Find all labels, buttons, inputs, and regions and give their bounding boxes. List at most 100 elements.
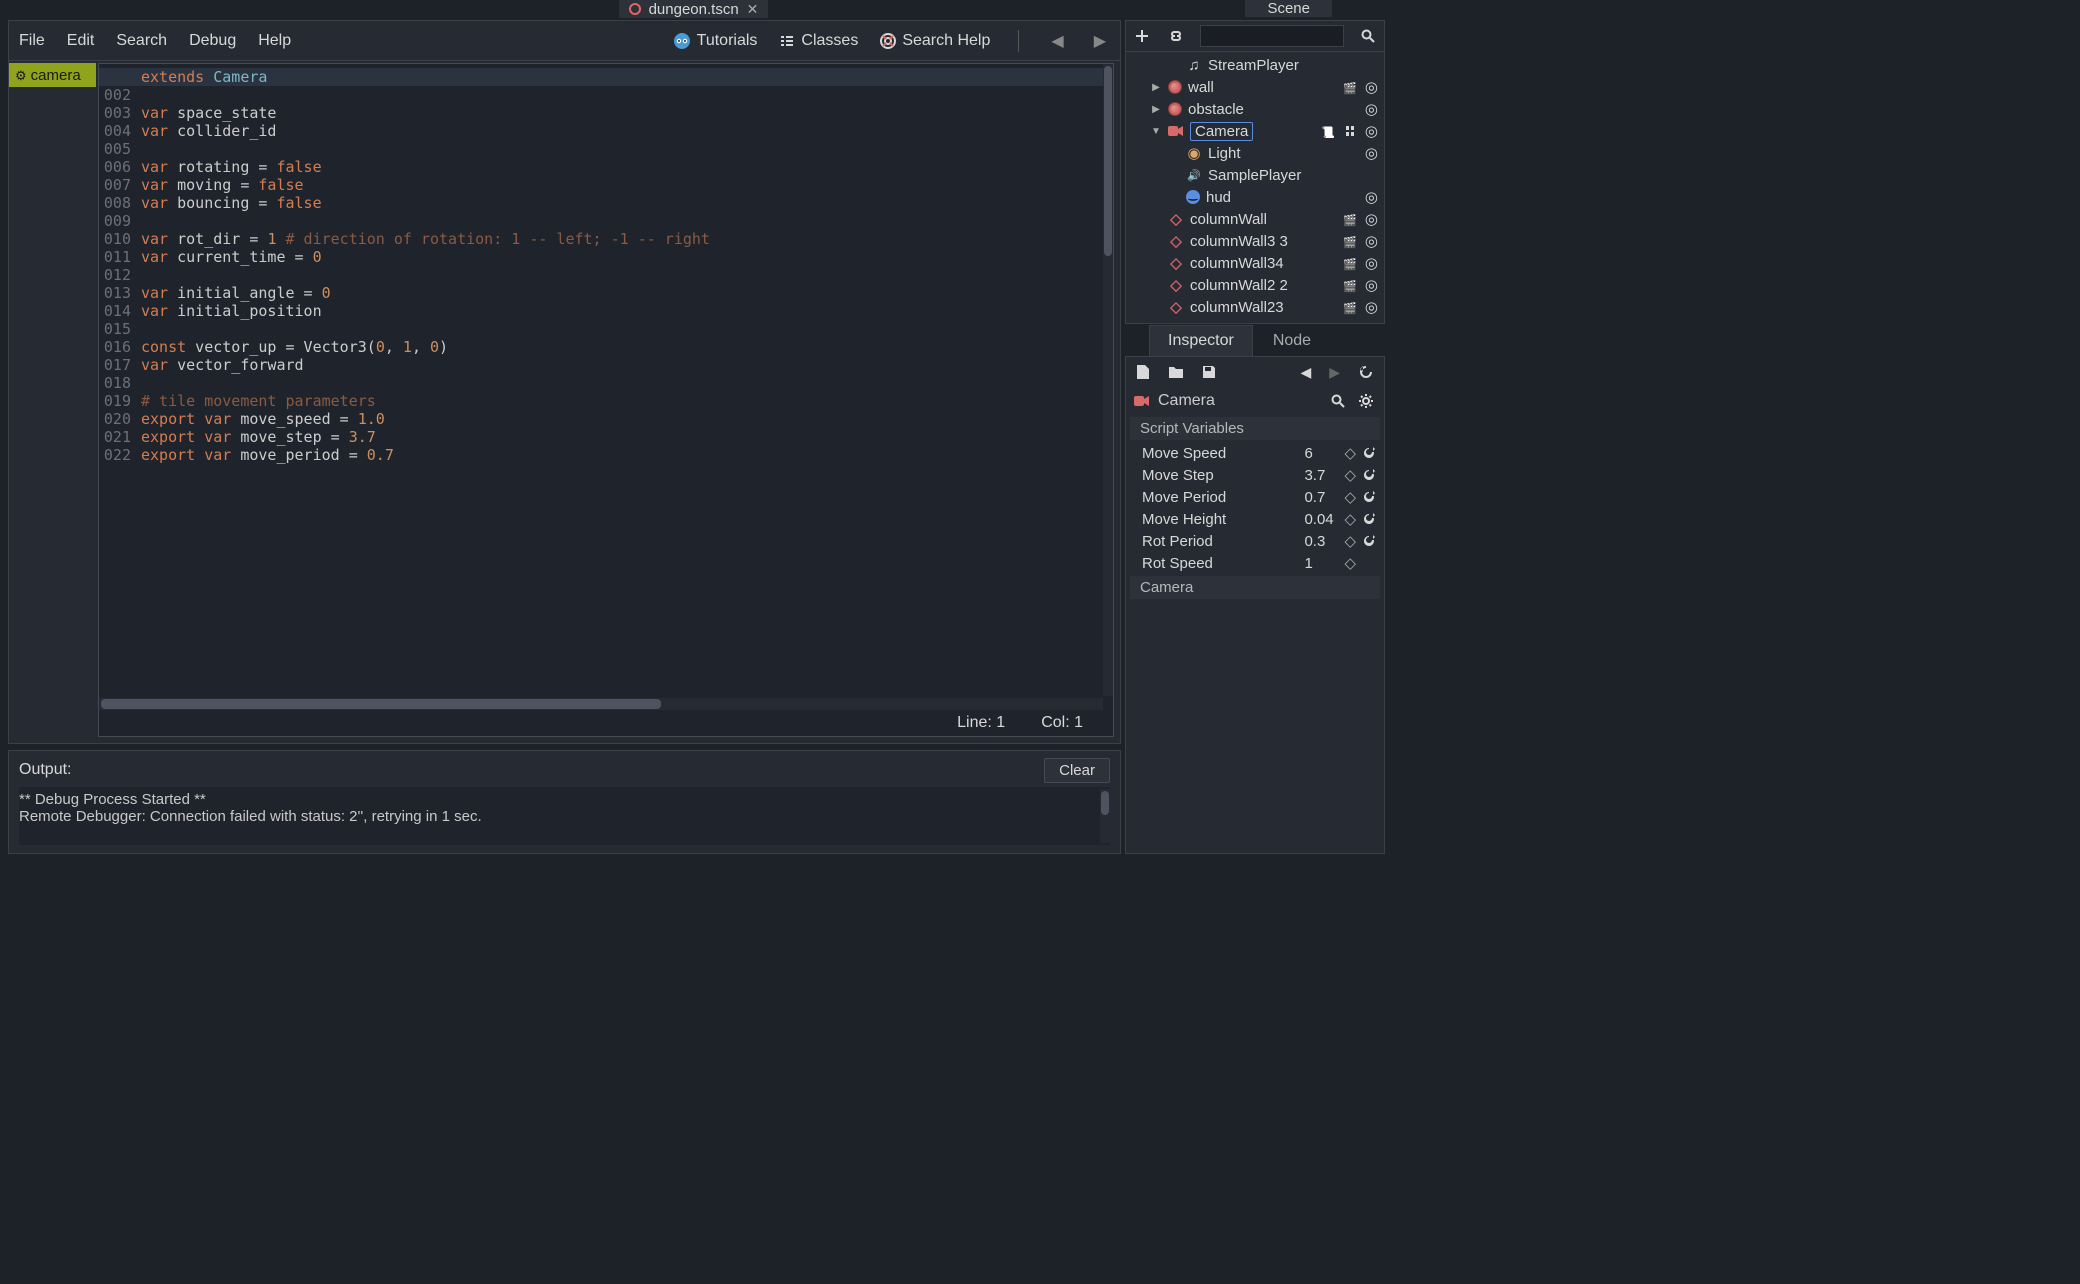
property-value[interactable]: 0.7	[1304, 489, 1340, 506]
horizontal-scrollbar[interactable]	[99, 698, 1103, 710]
tree-arrow-icon[interactable]: ▶	[1150, 82, 1162, 93]
spinner-icon[interactable]: ◇	[1340, 444, 1360, 462]
open-resource-icon[interactable]	[1166, 363, 1186, 381]
tree-row[interactable]: ▶SamplePlayer	[1126, 164, 1384, 186]
scene-dock-tab[interactable]: Scene	[1245, 0, 1332, 17]
nav-back-icon[interactable]: ◀	[1047, 31, 1067, 51]
instance-icon[interactable]	[1343, 255, 1357, 272]
tree-node-label[interactable]: SamplePlayer	[1208, 167, 1372, 184]
tree-row[interactable]: ▶columnWall34	[1126, 252, 1384, 274]
tree-row[interactable]: ▶ wall	[1126, 76, 1384, 98]
visibility-icon[interactable]	[1365, 232, 1378, 250]
tab-inspector[interactable]: Inspector	[1149, 325, 1253, 356]
search-help-button[interactable]: Search Help	[880, 32, 990, 50]
output-body[interactable]: ** Debug Process Started ** Remote Debug…	[19, 787, 1110, 845]
tree-node-label[interactable]: columnWall3 3	[1190, 233, 1337, 250]
reset-icon[interactable]	[1360, 512, 1378, 526]
tutorials-button[interactable]: Tutorials	[673, 32, 758, 50]
visibility-icon[interactable]	[1365, 188, 1378, 206]
menu-search[interactable]: Search	[116, 32, 167, 50]
history-forward-icon[interactable]: ▶	[1327, 362, 1342, 383]
tree-node-label[interactable]: columnWall	[1190, 211, 1337, 228]
property-value[interactable]: 0.04	[1304, 511, 1340, 528]
spinner-icon[interactable]: ◇	[1340, 554, 1360, 572]
scene-search-input[interactable]	[1200, 25, 1344, 47]
tree-node-label[interactable]: Camera	[1190, 122, 1253, 141]
visibility-icon[interactable]	[1365, 210, 1378, 228]
tree-row[interactable]: ▶columnWall23	[1126, 296, 1384, 318]
vertical-scrollbar[interactable]	[1103, 64, 1113, 696]
visibility-icon[interactable]	[1365, 78, 1378, 96]
script-split-icon[interactable]	[1343, 124, 1357, 138]
instance-icon[interactable]	[1343, 299, 1357, 316]
save-resource-icon[interactable]	[1200, 363, 1218, 381]
visibility-icon[interactable]	[1365, 276, 1378, 294]
reset-icon[interactable]	[1360, 468, 1378, 482]
tree-row[interactable]: ▶hud	[1126, 186, 1384, 208]
tree-row[interactable]: ▶columnWall	[1126, 208, 1384, 230]
tree-row[interactable]: ▶columnWall3 3	[1126, 230, 1384, 252]
tab-node[interactable]: Node	[1255, 326, 1329, 356]
inspector-section-camera[interactable]: Camera	[1130, 576, 1380, 599]
reset-icon[interactable]	[1360, 534, 1378, 548]
tree-node-label[interactable]: columnWall2 2	[1190, 277, 1337, 294]
tree-node-label[interactable]: wall	[1188, 79, 1337, 96]
tree-row[interactable]: ▶columnWall2 2	[1126, 274, 1384, 296]
code-editor[interactable]: 0010020030040050060070080090100110120130…	[98, 63, 1114, 737]
classes-button[interactable]: Classes	[779, 32, 858, 50]
tree-row[interactable]: ▶ obstacle	[1126, 98, 1384, 120]
reset-icon[interactable]	[1360, 446, 1378, 460]
visibility-icon[interactable]	[1365, 298, 1378, 316]
tree-node-label[interactable]: columnWall23	[1190, 299, 1337, 316]
spinner-icon[interactable]: ◇	[1340, 510, 1360, 528]
menu-file[interactable]: File	[19, 32, 45, 50]
instance-icon[interactable]	[1343, 277, 1357, 294]
tree-row[interactable]: ▶Light	[1126, 142, 1384, 164]
spinner-icon[interactable]: ◇	[1340, 466, 1360, 484]
nav-forward-icon[interactable]: ▶	[1090, 31, 1110, 51]
visibility-icon[interactable]	[1365, 144, 1378, 162]
scene-tree[interactable]: ▶StreamPlayer ▶ wall ▶ obstacle ▼ Camera▶Light…	[1125, 52, 1385, 324]
search-icon[interactable]	[1358, 26, 1378, 46]
history-icon[interactable]	[1356, 362, 1376, 382]
tree-node-label[interactable]: Light	[1208, 145, 1359, 162]
add-node-icon[interactable]	[1132, 26, 1152, 46]
property-value[interactable]: 3.7	[1304, 467, 1340, 484]
close-icon[interactable]: ✕	[747, 1, 759, 18]
tree-node-label[interactable]: hud	[1206, 189, 1359, 206]
instance-icon[interactable]	[1343, 211, 1357, 228]
tree-row[interactable]: ▼ Camera	[1126, 120, 1384, 142]
menu-edit[interactable]: Edit	[67, 32, 95, 50]
link-icon[interactable]	[1166, 26, 1186, 46]
clear-button[interactable]: Clear	[1044, 758, 1110, 783]
script-icon[interactable]	[1321, 123, 1335, 140]
visibility-icon[interactable]	[1365, 100, 1378, 118]
menu-debug[interactable]: Debug	[189, 32, 236, 50]
property-value[interactable]: 0.3	[1304, 533, 1340, 550]
new-resource-icon[interactable]	[1134, 362, 1152, 382]
inspector-options-icon[interactable]	[1356, 391, 1376, 411]
tree-row[interactable]: ▶StreamPlayer	[1126, 54, 1384, 76]
scene-tab[interactable]: dungeon.tscn ✕	[619, 0, 769, 18]
tree-node-label[interactable]: obstacle	[1188, 101, 1359, 118]
property-value[interactable]: 1	[1304, 555, 1340, 572]
menu-help[interactable]: Help	[258, 32, 291, 50]
inspector-section-script-vars[interactable]: Script Variables	[1130, 417, 1380, 440]
inspector-search-icon[interactable]	[1328, 391, 1348, 411]
tree-arrow-icon[interactable]: ▶	[1150, 104, 1162, 115]
tree-node-label[interactable]: StreamPlayer	[1208, 57, 1372, 74]
visibility-icon[interactable]	[1365, 122, 1378, 140]
property-value[interactable]: 6	[1304, 445, 1340, 462]
script-list-item[interactable]: camera	[9, 63, 96, 87]
reset-icon[interactable]	[1360, 490, 1378, 504]
instance-icon[interactable]	[1343, 79, 1357, 96]
visibility-icon[interactable]	[1365, 254, 1378, 272]
instance-icon[interactable]	[1343, 233, 1357, 250]
spinner-icon[interactable]: ◇	[1340, 488, 1360, 506]
history-back-icon[interactable]: ◀	[1298, 362, 1313, 383]
code-lines[interactable]: extends Cameravar space_statevar collide…	[141, 64, 1103, 464]
spinner-icon[interactable]: ◇	[1340, 532, 1360, 550]
output-scrollbar[interactable]	[1100, 789, 1110, 843]
tree-arrow-icon[interactable]: ▼	[1150, 126, 1162, 137]
tree-node-label[interactable]: columnWall34	[1190, 255, 1337, 272]
